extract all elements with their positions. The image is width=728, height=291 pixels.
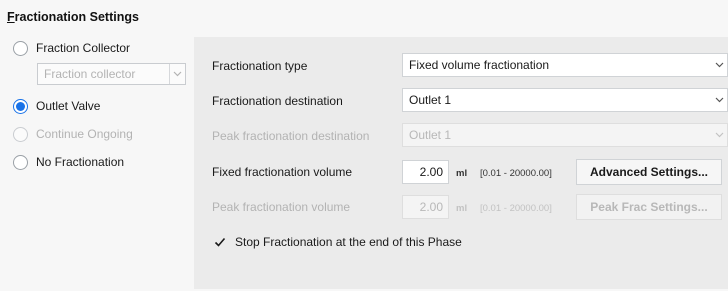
fixed-volume-input[interactable]: 2.00 — [402, 160, 449, 184]
radio-circle[interactable] — [13, 154, 28, 170]
peak-destination-value: Outlet 1 — [409, 128, 452, 142]
checkmark-icon[interactable] — [214, 236, 226, 248]
advanced-settings-button[interactable]: Advanced Settings... — [576, 159, 722, 185]
radio-label-continue-ongoing: Continue Ongoing — [36, 127, 133, 141]
chevron-down-icon — [713, 128, 725, 142]
radio-label-fraction-collector: Fraction Collector — [36, 41, 131, 55]
fractionation-panel: Fractionation type Fixed volume fraction… — [194, 37, 728, 289]
fractionation-destination-value: Outlet 1 — [409, 93, 452, 107]
fraction-collector-select-value: Fraction collector — [44, 67, 136, 81]
peak-destination-label: Peak fractionation destination — [212, 129, 370, 143]
fixed-volume-label: Fixed fractionation volume — [212, 165, 353, 179]
title-text: ractionation Settings — [14, 10, 139, 24]
radio-outlet-valve[interactable]: Outlet Valve — [13, 97, 100, 115]
radio-label-no-fractionation: No Fractionation — [36, 155, 125, 169]
stop-fractionation-checkbox[interactable]: Stop Fractionation at the end of this Ph… — [214, 235, 462, 249]
peak-volume-unit: ml — [456, 203, 468, 214]
peak-volume-range: [0.01 - 20000.00] — [480, 203, 552, 214]
chevron-down-icon — [169, 64, 185, 84]
fraction-collector-select: Fraction collector — [37, 63, 186, 85]
radio-fraction-collector[interactable]: Fraction Collector — [13, 39, 130, 57]
fractionation-type-label: Fractionation type — [212, 59, 308, 73]
peak-destination-select: Outlet 1 — [402, 123, 728, 147]
peak-volume-label: Peak fractionation volume — [212, 200, 351, 214]
fractionation-type-select[interactable]: Fixed volume fractionation — [402, 53, 728, 77]
peak-volume-input: 2.00 — [402, 195, 449, 219]
chevron-down-icon — [713, 93, 725, 107]
radio-continue-ongoing: Continue Ongoing — [13, 125, 133, 143]
title-mnemonic: F — [7, 10, 15, 24]
fixed-volume-unit: ml — [456, 168, 468, 179]
radio-label-outlet-valve: Outlet Valve — [36, 99, 101, 113]
radio-circle[interactable] — [13, 40, 28, 56]
radio-circle-checked[interactable] — [13, 98, 28, 114]
section-title: Fractionation Settings — [7, 10, 139, 24]
fractionation-type-value: Fixed volume fractionation — [409, 58, 550, 72]
peak-frac-settings-button: Peak Frac Settings... — [576, 194, 722, 220]
fixed-volume-range: [0.01 - 20000.00] — [480, 168, 552, 179]
stop-fractionation-label: Stop Fractionation at the end of this Ph… — [235, 235, 462, 249]
radio-circle-disabled — [13, 126, 28, 142]
radio-no-fractionation[interactable]: No Fractionation — [13, 153, 124, 171]
fractionation-destination-select[interactable]: Outlet 1 — [402, 88, 728, 112]
fractionation-destination-label: Fractionation destination — [212, 94, 343, 108]
chevron-down-icon — [713, 58, 725, 72]
